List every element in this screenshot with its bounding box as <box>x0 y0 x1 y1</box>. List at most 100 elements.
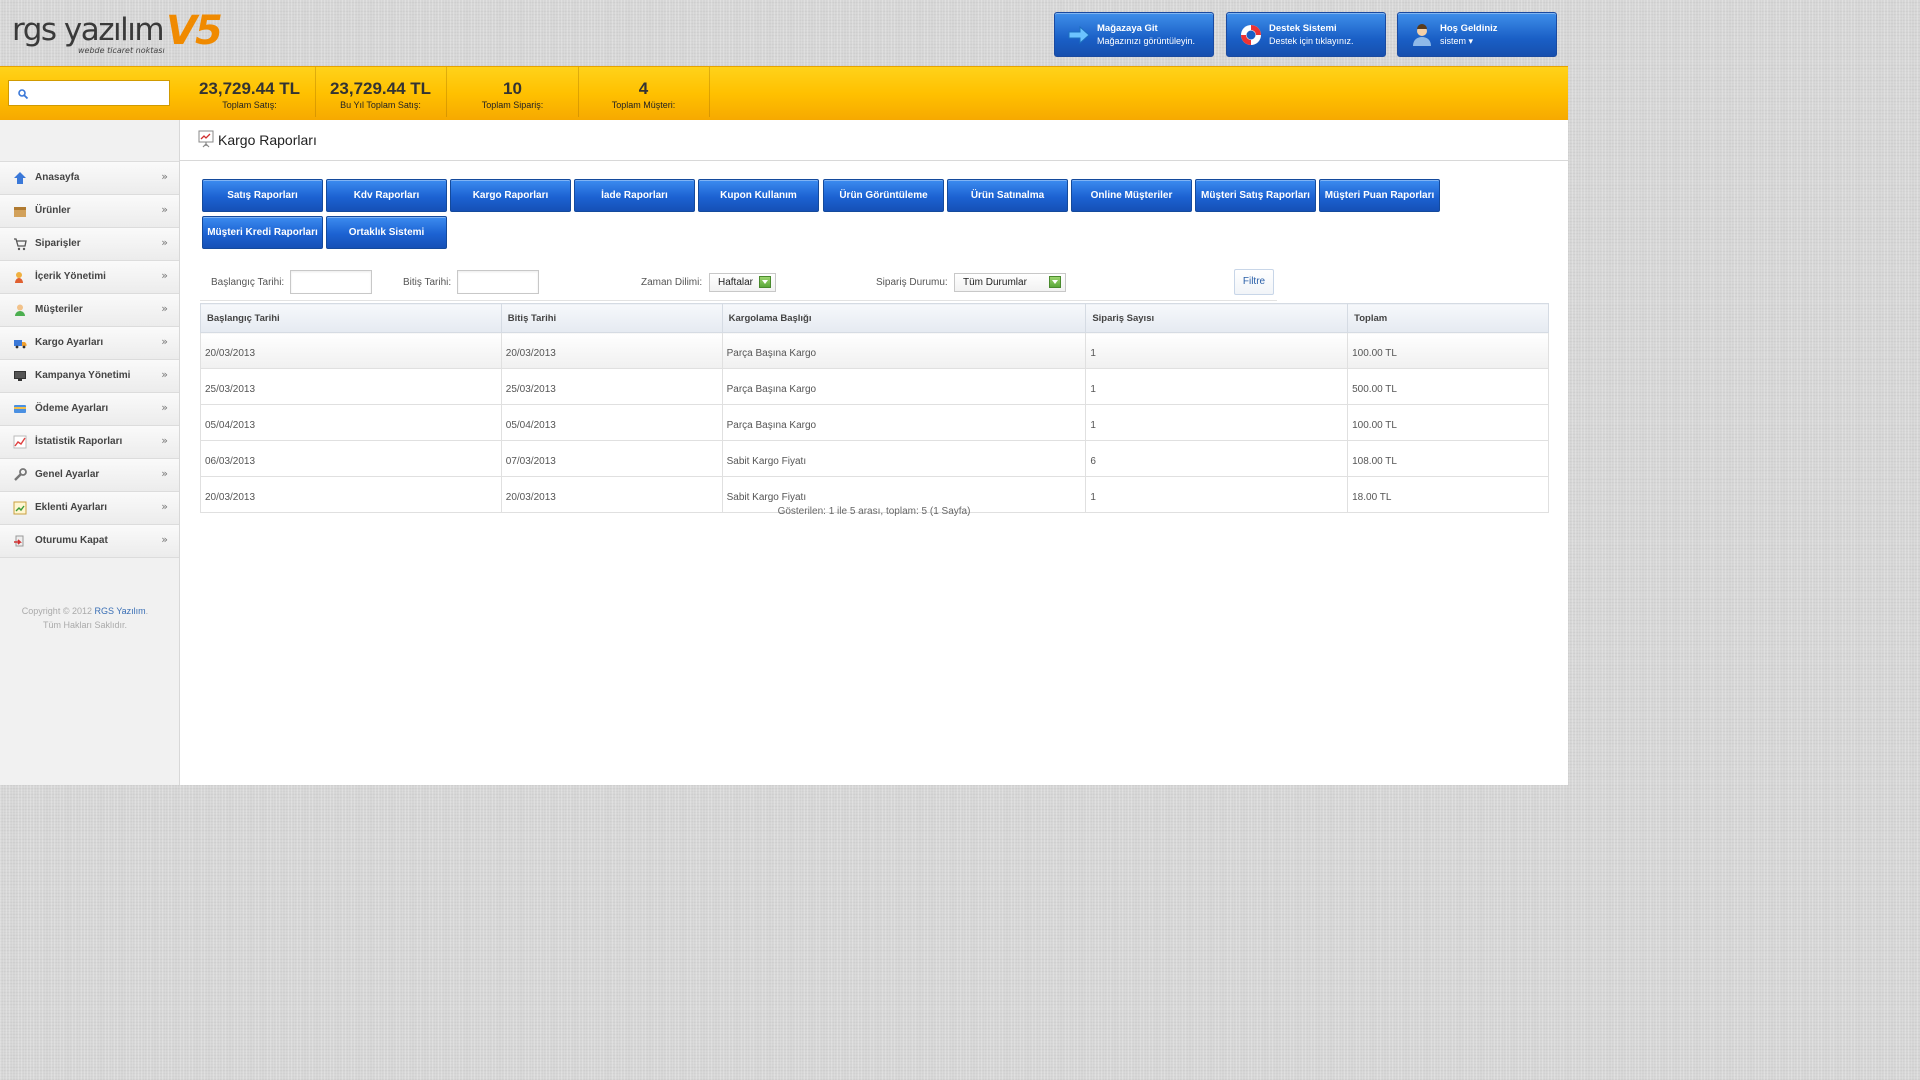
chevron-right-icon: » <box>161 467 168 480</box>
table-cell: 1 <box>1085 404 1349 441</box>
start-date-label: Başlangıç Tarihi: <box>211 277 285 288</box>
stat-label: Toplam Müşteri: <box>611 100 676 110</box>
period-select[interactable]: Haftalar <box>709 273 776 292</box>
report-table: Başlangıç Tarihi Bitiş Tarihi Kargolama … <box>200 303 1549 513</box>
chevron-right-icon: » <box>161 401 168 414</box>
chevron-right-icon: » <box>161 269 168 282</box>
tab-iade-raporlari[interactable]: İade Raporları <box>574 179 695 212</box>
column-header[interactable]: Sipariş Sayısı <box>1085 303 1349 333</box>
table-cell: 1 <box>1085 368 1349 405</box>
sidebar-item-urunler[interactable]: Ürünler » <box>0 195 179 228</box>
sidebar-item-kargo-ayarlari[interactable]: Kargo Ayarları » <box>0 327 179 360</box>
search-input[interactable] <box>33 84 167 104</box>
sidebar-item-eklenti-ayarlari[interactable]: Eklenti Ayarları » <box>0 492 179 525</box>
go-to-store-button[interactable]: Mağazaya Git Mağazınızı görüntüleyin. <box>1054 12 1214 57</box>
logo-tagline: webde ticaret noktası <box>78 46 165 55</box>
tab-urun-goruntuleme[interactable]: Ürün Görüntüleme <box>823 179 944 212</box>
tab-ortaklik-sistemi[interactable]: Ortaklık Sistemi <box>326 216 447 249</box>
tab-online-musteriler[interactable]: Online Müşteriler <box>1071 179 1192 212</box>
chevron-right-icon: » <box>161 302 168 315</box>
sidebar-item-genel-ayarlar[interactable]: Genel Ayarlar » <box>0 459 179 492</box>
lifebuoy-icon <box>1241 25 1261 45</box>
filter-divider <box>200 300 1277 301</box>
credit-card-icon <box>14 405 26 413</box>
user-menu-button[interactable]: Hoş Geldiniz sistem ▾ <box>1397 12 1557 57</box>
logo[interactable]: rgs yazılım V5 webde ticaret noktası <box>12 8 223 56</box>
start-date-input[interactable] <box>290 270 372 294</box>
copyright-suffix: . <box>145 606 149 616</box>
logout-icon <box>14 535 24 547</box>
support-subtitle: Destek için tıklayınız. <box>1269 36 1354 46</box>
sidebar-item-icerik-yonetimi[interactable]: İçerik Yönetimi » <box>0 261 179 294</box>
header: rgs yazılım V5 webde ticaret noktası Mağ… <box>0 0 1568 66</box>
sidebar-item-siparisler[interactable]: Siparişler » <box>0 228 179 261</box>
end-date-input[interactable] <box>457 270 539 294</box>
home-icon <box>14 172 26 184</box>
order-status-select[interactable]: Tüm Durumlar <box>954 273 1066 292</box>
tab-kdv-raporlari[interactable]: Kdv Raporları <box>326 179 447 212</box>
copyright-brand-link[interactable]: RGS Yazılım <box>94 606 145 616</box>
chevron-down-icon <box>759 276 771 288</box>
sidebar-item-kampanya-yonetimi[interactable]: Kampanya Yönetimi » <box>0 360 179 393</box>
stat-total-orders: 10 Toplam Sipariş: <box>447 67 579 117</box>
stats-icon <box>13 435 27 449</box>
chevron-right-icon: » <box>161 368 168 381</box>
user-icon <box>1413 24 1431 46</box>
tab-musteri-kredi-raporlari[interactable]: Müşteri Kredi Raporları <box>202 216 323 249</box>
chevron-right-icon: » <box>161 533 168 546</box>
column-header[interactable]: Başlangıç Tarihi <box>200 303 502 333</box>
sidebar-item-oturumu-kapat[interactable]: Oturumu Kapat » <box>0 525 179 558</box>
chevron-right-icon: » <box>161 500 168 513</box>
chevron-right-icon: » <box>161 335 168 348</box>
sidebar-item-label: Siparişler <box>35 238 81 249</box>
table-cell: 20/03/2013 <box>500 332 723 369</box>
tab-musteri-satis-raporlari[interactable]: Müşteri Satış Raporları <box>1195 179 1316 212</box>
stat-label: Toplam Satış: <box>222 100 277 110</box>
plugin-icon <box>13 501 27 515</box>
table-cell: 25/03/2013 <box>200 368 502 405</box>
sidebar-item-musteriler[interactable]: Müşteriler » <box>0 294 179 327</box>
table-cell: 20/03/2013 <box>200 332 502 369</box>
table-cell: 100.00 TL <box>1347 332 1549 369</box>
table-cell: 100.00 TL <box>1347 404 1549 441</box>
table-cell: 05/04/2013 <box>200 404 502 441</box>
filter-button[interactable]: Filtre <box>1234 269 1274 295</box>
sidebar-item-istatistik-raporlari[interactable]: İstatistik Raporları » <box>0 426 179 459</box>
stat-year-sales: 23,729.44 TL Bu Yıl Toplam Satış: <box>315 67 447 117</box>
sidebar-item-label: Eklenti Ayarları <box>35 502 108 513</box>
table-row: 25/03/2013 25/03/2013 Parça Başına Kargo… <box>200 368 1549 405</box>
logo-brand: rgs yazılım <box>12 12 165 48</box>
table-row: 06/03/2013 07/03/2013 Sabit Kargo Fiyatı… <box>200 440 1549 477</box>
stat-label: Toplam Sipariş: <box>481 100 544 110</box>
column-header[interactable]: Kargolama Başlığı <box>721 303 1087 333</box>
support-button[interactable]: Destek Sistemi Destek için tıklayınız. <box>1226 12 1386 57</box>
tab-musteri-puan-raporlari[interactable]: Müşteri Puan Raporları <box>1319 179 1440 212</box>
box-icon <box>14 207 26 217</box>
column-header[interactable]: Toplam <box>1347 303 1549 333</box>
username-dropdown[interactable]: sistem ▾ <box>1440 36 1473 47</box>
sidebar-item-odeme-ayarlari[interactable]: Ödeme Ayarları » <box>0 393 179 426</box>
logo-version: V5 <box>166 8 223 54</box>
tab-kargo-raporlari[interactable]: Kargo Raporları <box>450 179 571 212</box>
pagination-info: Gösterilen: 1 ile 5 arası, toplam: 5 (1 … <box>777 506 971 517</box>
table-cell: 108.00 TL <box>1347 440 1549 477</box>
customers-icon <box>15 304 25 316</box>
table-cell: 500.00 TL <box>1347 368 1549 405</box>
table-cell: 6 <box>1085 440 1349 477</box>
sidebar-item-label: Ürünler <box>35 205 71 216</box>
sidebar-item-anasayfa[interactable]: Anasayfa » <box>0 162 179 195</box>
table-cell: Parça Başına Kargo <box>721 404 1087 441</box>
sidebar-item-label: Müşteriler <box>35 304 83 315</box>
stat-value: 10 <box>503 79 522 98</box>
go-to-store-title: Mağazaya Git <box>1097 23 1158 34</box>
tab-satis-raporlari[interactable]: Satış Raporları <box>202 179 323 212</box>
tab-urun-satinalma[interactable]: Ürün Satınalma <box>947 179 1068 212</box>
stats-bar: 23,729.44 TL Toplam Satış: 23,729.44 TL … <box>0 66 1568 121</box>
go-to-store-subtitle: Mağazınızı görüntüleyin. <box>1097 36 1196 46</box>
search-box[interactable] <box>8 80 170 106</box>
tab-kupon-kullanim[interactable]: Kupon Kullanım <box>698 179 819 212</box>
chevron-right-icon: » <box>161 170 168 183</box>
table-cell: 06/03/2013 <box>200 440 502 477</box>
column-header[interactable]: Bitiş Tarihi <box>500 303 723 333</box>
chevron-down-icon <box>1049 276 1061 288</box>
